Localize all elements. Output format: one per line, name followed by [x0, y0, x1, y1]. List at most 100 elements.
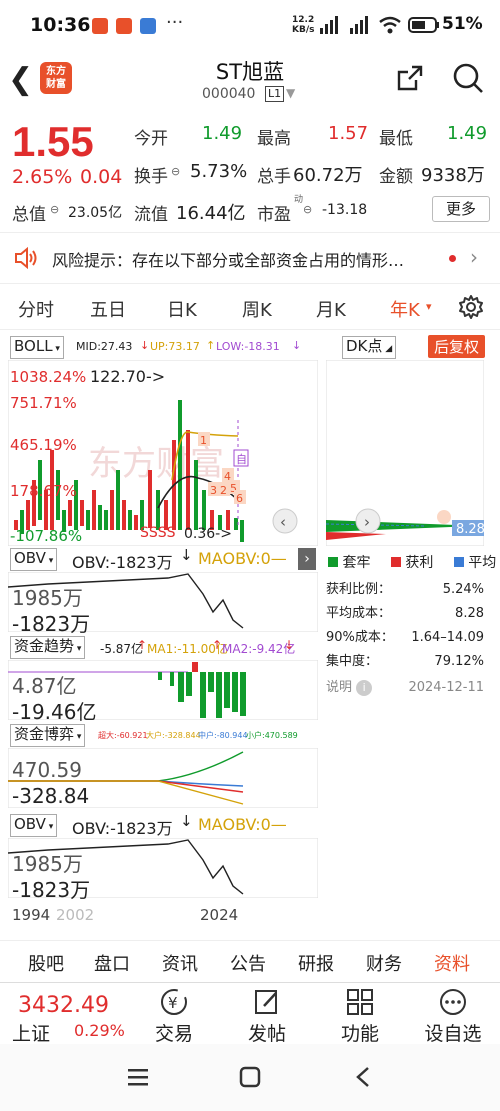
chevron-right-icon: › [364, 513, 370, 531]
dk-marker-3: 3 [210, 484, 217, 497]
status-time: 10:36 [30, 14, 91, 36]
trade-label: 交易 [154, 1023, 193, 1045]
chip-distribution-chart[interactable]: 8.28 › [326, 360, 484, 546]
obv-select[interactable]: OBV ▾ [10, 548, 58, 571]
trade-button[interactable]: ¥ 交易 [139, 987, 209, 1046]
chip-row: 获利比例： 5.24% [326, 578, 484, 602]
tab-pankou[interactable]: 盘口 [94, 950, 130, 976]
info-icon[interactable]: ⊖ [303, 203, 312, 216]
tab-month-k[interactable]: 月K [316, 296, 346, 322]
tab-news[interactable]: 资讯 [162, 950, 198, 976]
funds-trend-select[interactable]: 资金趋势 ▾ [10, 636, 86, 659]
chip-note-row[interactable]: 说明 i 2024-12-11 [326, 676, 484, 700]
funds-game-select[interactable]: 资金博弈 ▾ [10, 724, 86, 747]
function-button[interactable]: 功能 [325, 987, 395, 1046]
total-mv-value: 23.05亿 [68, 205, 123, 221]
boll-low: LOW:-18.31 [216, 340, 280, 353]
tab-day-k[interactable]: 日K [167, 296, 197, 322]
low-label: 最低 [379, 129, 413, 149]
triangle-icon: ◢ [382, 344, 393, 354]
menu-icon[interactable] [126, 1066, 150, 1088]
back-nav-icon[interactable] [352, 1066, 376, 1088]
fuquan-button[interactable]: 后复权 [428, 335, 486, 358]
tab-year-k[interactable]: 年K [390, 296, 420, 322]
chevron-down-icon: ▾ [52, 344, 60, 354]
open-label: 今开 [134, 129, 168, 149]
bottom-action-bar: 3432.49 上证 0.29% ¥ 交易 发帖 功能 设自选 [0, 982, 500, 1046]
low-price-note: 0.36-> [184, 526, 232, 542]
arrow-down-icon: ↓ [180, 546, 193, 564]
chip-price-tag: 8.28 [456, 522, 484, 537]
tab-research[interactable]: 研报 [298, 950, 334, 976]
funds-game-name: 资金博弈 [14, 725, 75, 743]
chip-row: 90%成本： 1.64–14.09 [326, 626, 484, 650]
amount-value: 9338万 [421, 165, 485, 186]
funds-game-mid: 中户:-80.944 [198, 731, 248, 740]
chip-row-value: 79.12% [434, 654, 484, 669]
volume-label: 总手 [257, 167, 291, 187]
add-watchlist-button[interactable]: 设自选 [418, 987, 488, 1046]
grid-icon [347, 989, 373, 1015]
expand-arrow-icon[interactable]: › [298, 548, 316, 570]
post-label: 发帖 [247, 1023, 286, 1045]
gear-icon[interactable] [458, 294, 484, 320]
high-value: 1.57 [328, 123, 369, 144]
network-speed: 12.2 KB/s [292, 15, 314, 35]
obv-lo-label: -1823万 [12, 612, 91, 636]
pe-dynamic-mark: 动 [294, 195, 304, 205]
note-label: 说明 [326, 680, 353, 695]
info-icon[interactable]: ⊖ [50, 203, 59, 216]
chip-row-label: 获利比例： [326, 582, 392, 597]
dk-select[interactable]: DK点 ◢ [342, 336, 397, 359]
tab-finance[interactable]: 财务 [366, 950, 402, 976]
quote-level-badge[interactable]: L1 [265, 86, 285, 102]
index-percent: 0.29% [74, 1021, 125, 1040]
notification-icon [140, 18, 156, 34]
obv2-value: OBV:-1823万 [72, 819, 173, 838]
more-button[interactable]: 更多 [432, 196, 490, 222]
chevron-down-icon[interactable]: ▾ [426, 300, 432, 313]
arrow-up-icon: ↑ [137, 638, 148, 652]
ss-signal: SSSS [140, 525, 176, 541]
tab-guba[interactable]: 股吧 [28, 950, 64, 976]
risk-banner[interactable]: 风险提示：存在以下部分或全部资金占用的情形… › [0, 232, 500, 284]
chip-row-label: 平均成本： [326, 606, 392, 621]
float-mv-label: 流值 [134, 205, 168, 225]
high-label: 最高 [257, 129, 291, 149]
funds-game-lo: -328.84 [12, 784, 90, 808]
chevron-left-icon: ‹ [280, 513, 286, 531]
info-icon: i [356, 680, 373, 696]
post-button[interactable]: 发帖 [232, 987, 302, 1046]
battery-icon [408, 17, 439, 33]
tab-announcements[interactable]: 公告 [230, 950, 266, 976]
kline-chart[interactable]: 东方财富 自 1 2 3 4 5 6 1038.24% 751.71% 465.… [8, 360, 318, 546]
indicator-select[interactable]: BOLL ▾ [10, 336, 64, 359]
chip-row-value: 5.24% [442, 582, 484, 597]
pe-value: -13.18 [322, 202, 368, 218]
more-icon [440, 989, 466, 1015]
arrow-down-icon: ↓ [180, 812, 193, 830]
chevron-down-icon[interactable]: ▼ [286, 86, 295, 100]
unread-dot [449, 255, 456, 262]
signal-icon [320, 16, 368, 34]
obv-value: OBV:-1823万 [72, 553, 173, 572]
home-icon[interactable] [238, 1066, 262, 1088]
system-nav-bar [0, 1044, 500, 1111]
arrow-down-icon: ↓ [140, 339, 150, 352]
total-mv-label: 总值 [12, 205, 46, 225]
share-icon[interactable] [396, 64, 424, 92]
tab-intraday[interactable]: 分时 [18, 296, 54, 322]
tab-five-day[interactable]: 五日 [90, 296, 126, 322]
tab-profile[interactable]: 资料 [434, 950, 470, 976]
obv2-select[interactable]: OBV ▾ [10, 814, 58, 837]
search-icon[interactable] [452, 62, 484, 94]
tab-week-k[interactable]: 周K [242, 296, 272, 322]
legend-avg-swatch [453, 557, 464, 567]
info-icon[interactable]: ⊖ [171, 165, 180, 178]
more-notifications-icon: ··· [166, 12, 184, 33]
chevron-right-icon: › [470, 245, 478, 269]
dk-marker-1: 1 [200, 434, 207, 447]
float-mv-value: 16.44亿 [176, 203, 246, 224]
function-label: 功能 [340, 1023, 379, 1045]
stock-code: 000040 [202, 86, 256, 102]
